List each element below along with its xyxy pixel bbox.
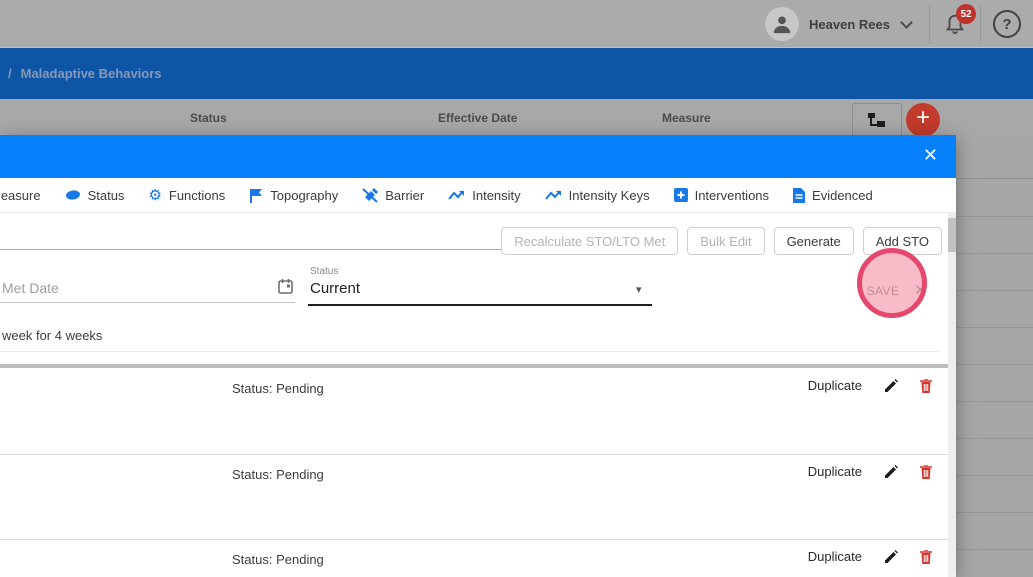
search-field-underline[interactable] xyxy=(0,249,503,250)
pen-slash-icon xyxy=(362,188,378,203)
sto-row: Status: Pending Duplicate xyxy=(0,369,948,455)
delete-icon[interactable] xyxy=(920,379,932,393)
column-status: Status xyxy=(190,111,227,125)
tab-label: Intensity Keys xyxy=(569,188,650,203)
cancel-icon[interactable]: ✕ xyxy=(914,281,927,299)
sto-status-text: Status: Pending xyxy=(232,552,324,567)
page-header: / Maladaptive Behaviors Switch to the ol… xyxy=(0,48,1033,99)
column-effective-date: Effective Date xyxy=(438,111,517,125)
met-date-field[interactable]: Met Date xyxy=(2,280,59,296)
bulk-edit-button[interactable]: Bulk Edit xyxy=(687,227,764,255)
tab-topography[interactable]: Topography xyxy=(249,188,338,203)
flag-icon xyxy=(249,188,263,203)
person-icon xyxy=(771,13,793,35)
dialog-tabs: Measure Status ⚙ Functions Topography xyxy=(0,178,956,213)
duplicate-button[interactable]: Duplicate xyxy=(808,378,862,393)
tab-measure[interactable]: Measure xyxy=(0,188,41,203)
status-field-label: Status xyxy=(310,266,338,277)
sto-status-text: Status: Pending xyxy=(232,381,324,396)
tab-barrier[interactable]: Barrier xyxy=(362,188,424,203)
scrollbar-thumb[interactable] xyxy=(948,218,956,252)
tab-label: Evidenced xyxy=(812,188,873,203)
divider xyxy=(980,4,981,44)
status-oval-icon xyxy=(65,189,81,201)
duplicate-button[interactable]: Duplicate xyxy=(808,464,862,479)
tab-label: Interventions xyxy=(695,188,769,203)
notifications-button[interactable]: 52 xyxy=(930,0,980,48)
plus-icon: + xyxy=(916,104,930,131)
question-icon: ? xyxy=(1002,16,1011,33)
delete-icon[interactable] xyxy=(920,465,932,479)
recalculate-button[interactable]: Recalculate STO/LTO Met xyxy=(501,227,678,255)
section-separator xyxy=(0,364,956,368)
caret-down-icon[interactable]: ▾ xyxy=(636,283,642,296)
status-select-underline xyxy=(308,304,652,306)
notification-badge: 52 xyxy=(956,4,976,24)
status-select[interactable]: Current xyxy=(310,280,360,297)
edit-icon[interactable] xyxy=(884,379,898,393)
help-button[interactable]: ? xyxy=(993,10,1021,38)
hierarchy-icon xyxy=(867,111,887,129)
trending-icon xyxy=(448,189,465,201)
breadcrumb-current[interactable]: Maladaptive Behaviors xyxy=(21,66,162,81)
edit-icon[interactable] xyxy=(884,465,898,479)
add-record-button[interactable]: + xyxy=(906,103,940,137)
column-measure: Measure xyxy=(662,111,711,125)
tab-status[interactable]: Status xyxy=(65,188,125,203)
sto-row: Status: Pending Duplicate xyxy=(0,455,948,540)
save-button[interactable]: SAVE xyxy=(856,276,910,305)
breadcrumb: / Maladaptive Behaviors xyxy=(8,66,162,81)
hierarchy-view-button[interactable] xyxy=(852,103,902,137)
calendar-icon[interactable] xyxy=(278,279,293,294)
gear-icon: ⚙ xyxy=(148,188,161,203)
tab-interventions[interactable]: Interventions xyxy=(674,188,769,203)
top-app-bar: Heaven Rees 52 ? xyxy=(0,0,1033,48)
tab-label: Topography xyxy=(270,188,338,203)
breadcrumb-slash: / xyxy=(8,66,12,81)
delete-icon[interactable] xyxy=(920,550,932,564)
tab-label: Measure xyxy=(0,188,41,203)
tab-label: Intensity xyxy=(472,188,520,203)
dialog-header: ✕ xyxy=(0,135,956,178)
chevron-down-icon[interactable] xyxy=(900,16,913,29)
tab-intensity-keys[interactable]: Intensity Keys xyxy=(545,188,650,203)
close-icon[interactable]: ✕ xyxy=(923,145,938,166)
tab-evidenced[interactable]: Evidenced xyxy=(793,188,873,203)
generate-button[interactable]: Generate xyxy=(774,227,854,255)
tab-label: Status xyxy=(88,188,125,203)
dialog-toolbar: Recalculate STO/LTO Met Bulk Edit Genera… xyxy=(501,227,942,255)
tab-label: Barrier xyxy=(385,188,424,203)
tab-functions[interactable]: ⚙ Functions xyxy=(148,188,225,203)
edit-dialog: ✕ Measure Status ⚙ Functions Topography xyxy=(0,135,956,577)
goal-criteria-text: week for 4 weeks xyxy=(2,328,102,343)
add-box-icon xyxy=(674,188,688,202)
add-sto-button[interactable]: Add STO xyxy=(863,227,942,255)
trending-icon xyxy=(545,189,562,201)
edit-icon[interactable] xyxy=(884,550,898,564)
document-icon xyxy=(793,188,805,203)
scrollbar[interactable] xyxy=(948,213,956,577)
tab-label: Functions xyxy=(169,188,225,203)
divider xyxy=(0,351,940,352)
user-avatar[interactable] xyxy=(765,7,799,41)
duplicate-button[interactable]: Duplicate xyxy=(808,549,862,564)
tab-intensity[interactable]: Intensity xyxy=(448,188,520,203)
dimmed-table-rows xyxy=(956,135,1033,577)
met-date-underline xyxy=(0,302,295,303)
sto-row: Status: Pending Duplicate xyxy=(0,540,948,577)
sto-status-text: Status: Pending xyxy=(232,467,324,482)
user-name[interactable]: Heaven Rees xyxy=(809,17,890,32)
